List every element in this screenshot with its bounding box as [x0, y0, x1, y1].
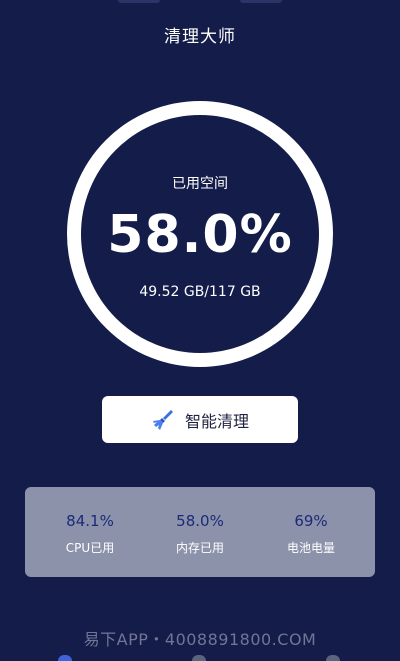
nav-profile-icon[interactable] — [326, 655, 340, 661]
stat-battery: 69% 电池电量 — [253, 487, 369, 577]
stats-panel: 84.1% CPU已用 58.0% 内存已用 69% 电池电量 — [25, 487, 375, 577]
stat-memory: 58.0% 内存已用 — [142, 487, 258, 577]
stat-memory-label: 内存已用 — [175, 541, 224, 555]
stat-battery-label: 电池电量 — [286, 541, 335, 555]
stat-memory-value: 58.0% — [176, 512, 224, 530]
smart-clean-label: 智能清理 — [184, 411, 249, 431]
stat-cpu-label: CPU已用 — [65, 541, 115, 555]
used-space-label: 已用空间 — [172, 176, 228, 192]
stat-cpu-value: 84.1% — [66, 512, 114, 530]
stat-battery-value: 69% — [294, 512, 328, 530]
smart-clean-button[interactable]: 智能清理 — [102, 396, 298, 443]
watermark-text: 易下APP・4008891800.COM — [83, 630, 317, 649]
bottom-nav — [0, 652, 400, 661]
broom-icon — [151, 408, 175, 432]
stat-cpu: 84.1% CPU已用 — [32, 487, 148, 577]
used-space-size: 49.52 GB/117 GB — [139, 284, 261, 300]
status-bar — [0, 0, 400, 6]
used-space-percent: 58.0% — [107, 205, 293, 265]
page-title: 清理大师 — [164, 27, 236, 47]
nav-tools-icon[interactable] — [192, 655, 206, 661]
nav-home-icon[interactable] — [58, 655, 72, 661]
